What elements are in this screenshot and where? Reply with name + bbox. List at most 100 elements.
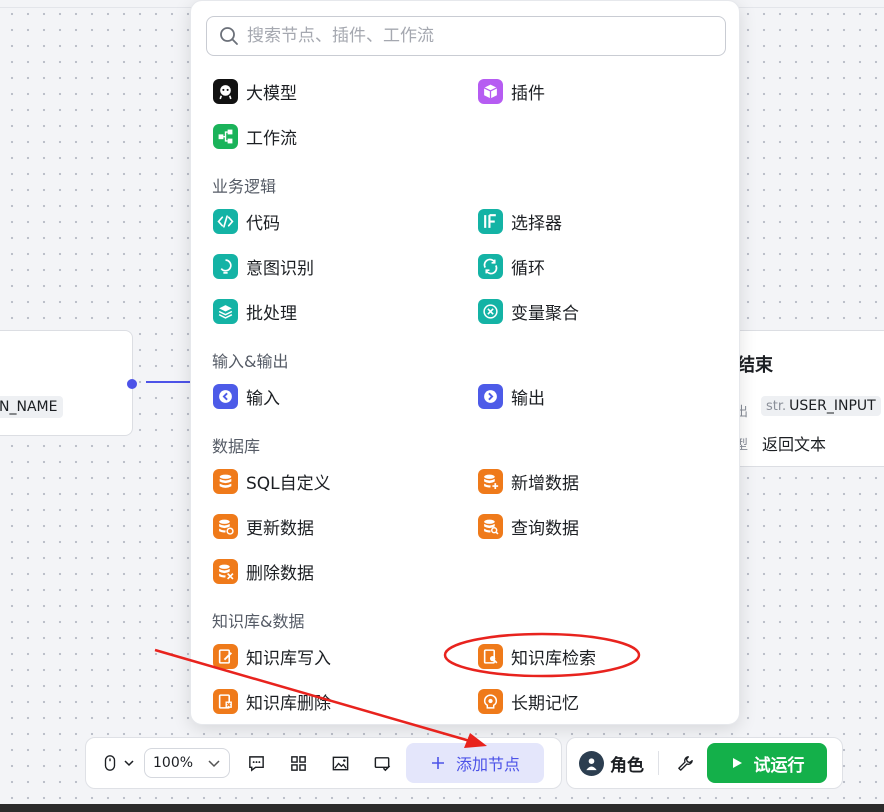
screen-check-icon (374, 756, 390, 771)
node-item-db-update[interactable]: 更新数据 (213, 510, 314, 542)
plus-icon (431, 757, 444, 769)
node-item-label: 知识库写入 (246, 648, 331, 669)
node-item-input[interactable]: 输入 (213, 380, 280, 412)
aggregate-icon (478, 298, 503, 324)
comment-icon (248, 755, 264, 772)
add-node-label: 添加节点 (455, 755, 520, 774)
play-icon (732, 758, 742, 768)
node-item-label: 大模型 (246, 83, 297, 104)
node-item-knowledge-write[interactable]: 知识库写入 (213, 640, 331, 672)
node-item-label: 查询数据 (511, 518, 579, 539)
toolbar-divider (658, 751, 659, 775)
node-item-label: 输入 (246, 388, 280, 409)
knowledge-search-icon (478, 643, 503, 669)
database-delete-icon (213, 558, 238, 584)
node-item-knowledge-search[interactable]: 知识库检索 (478, 640, 596, 672)
database-query-icon (478, 513, 503, 539)
comment-button[interactable] (240, 747, 272, 779)
start-node-output-port[interactable] (127, 379, 137, 389)
llm-icon (213, 78, 238, 104)
connection-edge[interactable] (146, 381, 194, 383)
section-title-io: 输入&输出 (212, 352, 289, 371)
node-item-label: 长期记忆 (511, 693, 579, 714)
node-item-llm[interactable]: 大模型 (213, 75, 297, 107)
node-item-label: 删除数据 (246, 563, 314, 584)
node-item-aggregate[interactable]: 变量聚合 (478, 295, 579, 327)
add-node-popup: 大模型 插件 工作流 业务逻辑 代码 选择器 意图识别 循环 批处理 变量聚合 … (190, 0, 740, 725)
test-run-label: 试运行 (753, 755, 805, 776)
mouse-icon (104, 755, 116, 771)
node-item-sql[interactable]: SQL自定义 (213, 465, 331, 497)
auto-layout-button[interactable] (282, 747, 314, 779)
node-item-db-delete[interactable]: 删除数据 (213, 555, 314, 587)
output-type-prefix: str. (766, 399, 787, 414)
database-add-icon (478, 468, 503, 494)
node-item-intent[interactable]: 意图识别 (213, 250, 314, 282)
chevron-down-icon (208, 760, 220, 768)
role-avatar-icon (579, 750, 604, 776)
chevron-down-icon (124, 760, 134, 767)
canvas-toolbar: 100% 添加节点 (85, 737, 562, 789)
node-item-db-query[interactable]: 查询数据 (478, 510, 579, 542)
node-item-batch[interactable]: 批处理 (213, 295, 297, 327)
end-node[interactable]: 结束 出 str. USER_INPUT 型 返回文本 (730, 330, 884, 467)
node-item-label: SQL自定义 (246, 473, 331, 494)
run-toolbar: 角色 试运行 (566, 737, 843, 789)
section-title-knowledge: 知识库&数据 (212, 612, 305, 631)
end-node-type-value: 返回文本 (762, 435, 827, 454)
database-icon (213, 468, 238, 494)
node-item-long-term-memory[interactable]: 长期记忆 (478, 685, 579, 717)
node-item-label: 变量聚合 (511, 303, 579, 324)
node-item-code[interactable]: 代码 (213, 205, 280, 237)
knowledge-write-icon (213, 643, 238, 669)
interaction-mode-selector[interactable] (96, 747, 140, 779)
section-title-database: 数据库 (212, 437, 261, 456)
input-icon (213, 383, 238, 409)
node-item-label: 批处理 (246, 303, 297, 324)
add-node-button[interactable]: 添加节点 (406, 743, 544, 783)
search-icon (220, 27, 238, 45)
node-item-label: 更新数据 (246, 518, 314, 539)
start-node[interactable]: N_NAME (0, 330, 133, 436)
section-title-logic: 业务逻辑 (212, 177, 277, 196)
node-search-box[interactable] (206, 16, 726, 56)
role-label: 角色 (610, 755, 644, 776)
canvas-check-button[interactable] (366, 747, 398, 779)
start-node-variable-chip: N_NAME (0, 396, 64, 418)
test-run-button[interactable]: 试运行 (707, 743, 827, 783)
layout-icon (290, 755, 306, 771)
node-item-label: 工作流 (246, 128, 297, 149)
zoom-value: 100% (153, 755, 194, 771)
node-item-label: 插件 (511, 83, 545, 104)
node-item-label: 输出 (511, 388, 545, 409)
database-update-icon (213, 513, 238, 539)
node-item-label: 选择器 (511, 213, 562, 234)
loop-icon (478, 253, 503, 279)
node-item-label: 代码 (246, 213, 280, 234)
image-icon (332, 756, 348, 770)
node-item-knowledge-delete[interactable]: 知识库删除 (213, 685, 331, 717)
memory-icon (478, 688, 503, 714)
minimap-button[interactable] (324, 747, 356, 779)
knowledge-delete-icon (213, 688, 238, 714)
intent-icon (213, 253, 238, 279)
node-item-db-add[interactable]: 新增数据 (478, 465, 579, 497)
node-item-label: 新增数据 (511, 473, 579, 494)
settings-button[interactable] (669, 747, 701, 779)
output-variable: USER_INPUT (789, 398, 876, 414)
role-button[interactable]: 角色 (579, 750, 644, 776)
node-item-label: 知识库删除 (246, 693, 331, 714)
node-item-label: 意图识别 (246, 258, 314, 279)
end-node-title: 结束 (737, 355, 773, 376)
node-item-workflow[interactable]: 工作流 (213, 120, 297, 152)
node-item-plugin[interactable]: 插件 (478, 75, 545, 107)
wrench-icon (677, 755, 693, 771)
node-item-output[interactable]: 输出 (478, 380, 545, 412)
node-item-loop[interactable]: 循环 (478, 250, 545, 282)
plugin-icon (478, 78, 503, 104)
if-icon (478, 208, 503, 234)
node-item-label: 知识库检索 (511, 648, 596, 669)
zoom-select[interactable]: 100% (144, 748, 230, 778)
node-search-input[interactable] (247, 26, 687, 46)
node-item-selector[interactable]: 选择器 (478, 205, 562, 237)
